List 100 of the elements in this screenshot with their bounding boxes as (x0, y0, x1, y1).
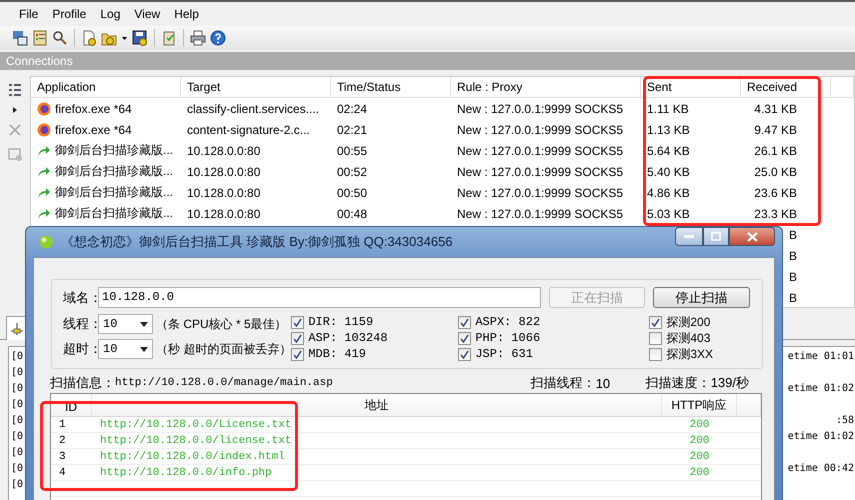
log-text: [0 (11, 431, 24, 444)
clipboard-icon[interactable] (161, 30, 177, 46)
log-text: [0 (11, 447, 24, 460)
log-text: etime 01:01 (788, 351, 854, 364)
column-header[interactable]: 地址 (92, 394, 662, 416)
close-button[interactable] (729, 227, 775, 246)
table-cell: B (788, 270, 797, 284)
checkbox[interactable] (291, 316, 304, 328)
app-icon (39, 235, 53, 249)
number-dropdown[interactable]: 10 (98, 339, 153, 359)
log-text: etime 01:02 (788, 383, 854, 396)
table-cell: 御剑后台扫描珍藏版... (55, 142, 174, 159)
magnifier-icon[interactable] (52, 30, 68, 46)
checkbox[interactable] (649, 316, 662, 328)
table-cell: 23.6 KB (754, 186, 797, 200)
help-icon[interactable] (210, 30, 226, 46)
table-cell: New : 127.0.0.1:9999 SOCKS5 (457, 164, 624, 178)
firefox-icon (37, 102, 51, 116)
number-dropdown[interactable]: 10 (98, 314, 153, 334)
log-text: etime 01:02 (788, 431, 854, 444)
column-header[interactable]: Sent (641, 77, 741, 98)
table-cell: 御剑后台扫描珍藏版... (55, 184, 174, 201)
log-text: [0 (11, 367, 24, 380)
table-cell: firefox.exe *64 (55, 102, 132, 116)
table-cell-text: 1 (58, 418, 67, 430)
checkbox-label: MDB: 419 (308, 347, 366, 361)
table-cell: 02:21 (337, 122, 368, 136)
table-cell: 02:24 (337, 102, 368, 116)
checkbox[interactable] (649, 348, 662, 360)
hint-text: （条 CPU核心 * 5最佳） (156, 316, 287, 332)
log-text: [0 (11, 463, 24, 476)
caret-icon (140, 322, 148, 326)
info-label: 扫描信息： (50, 374, 115, 392)
field-label: 超时： (63, 340, 98, 358)
maximize-button[interactable] (703, 227, 729, 246)
arrow-icon (37, 186, 51, 200)
list-icon[interactable] (7, 82, 23, 98)
table-cell: New : 127.0.0.1:9999 SOCKS5 (457, 102, 624, 116)
log-text: etime 00:42 (788, 463, 854, 476)
menu-item[interactable]: Log (93, 7, 128, 21)
table-cell: firefox.exe *64 (55, 122, 132, 136)
checkbox-label: ASPX: 822 (475, 315, 540, 329)
save-gear-icon[interactable] (132, 30, 148, 46)
column-header[interactable]: Application (31, 77, 181, 98)
table-cell: New : 127.0.0.1:9999 SOCKS5 (457, 186, 624, 200)
menu-item[interactable]: File (12, 7, 46, 21)
table-cell: New : 127.0.0.1:9999 SOCKS5 (457, 206, 624, 220)
checkbox[interactable] (649, 332, 662, 344)
caret-icon (140, 346, 148, 352)
table-cell: 5.40 KB (647, 164, 690, 178)
checkbox[interactable] (458, 316, 472, 328)
log-text: [0 (11, 383, 24, 396)
table-cell: 4.31 KB (754, 102, 797, 116)
menu-item[interactable]: View (127, 7, 168, 21)
checkbox[interactable] (291, 348, 304, 360)
computer-icon[interactable] (12, 30, 28, 46)
log-text: [0 (11, 399, 24, 412)
table-cell: B (788, 290, 797, 304)
table-cell: 00:52 (337, 164, 368, 178)
scan-speed: 139/秒 (710, 374, 749, 392)
table-cell: B (788, 248, 797, 262)
hint-text: （秒 超时的页面被丢弃） (156, 340, 292, 358)
arrow-icon (37, 206, 51, 220)
table-cell: 25.0 KB (754, 164, 797, 178)
checkbox-label: 探测3XX (666, 346, 714, 362)
column-header[interactable]: Rule : Proxy (451, 77, 641, 98)
minimize-button[interactable] (675, 227, 703, 246)
table-cell: 5.64 KB (647, 144, 690, 158)
checkbox-label: PHP: 1066 (475, 331, 540, 345)
log-text: :58 (836, 415, 854, 428)
table-cell: B (788, 228, 797, 242)
stop-button[interactable]: 停止扫描 (653, 287, 750, 308)
pane-title: Connections (0, 52, 855, 70)
document-gear-icon[interactable] (81, 30, 97, 46)
table-cell-text: 200 (688, 450, 710, 462)
table-cell: New : 127.0.0.1:9999 SOCKS5 (457, 144, 624, 158)
minimize-icon (684, 234, 694, 238)
scroll-icon[interactable] (32, 30, 48, 46)
menu-item[interactable]: Help (167, 7, 206, 21)
column-header[interactable]: Target (181, 77, 331, 98)
menu-item[interactable]: Profile (45, 7, 94, 21)
checkbox[interactable] (291, 332, 304, 344)
maximize-icon (711, 232, 721, 241)
column-header[interactable]: Received (741, 77, 831, 98)
table-cell: 1.13 KB (647, 122, 690, 136)
log-text: [0 (11, 415, 24, 428)
table-cell: content-signature-2.c... (187, 122, 310, 136)
domain-field[interactable]: 10.128.0.0 (98, 287, 541, 308)
caret-icon[interactable] (12, 106, 18, 114)
checkbox-label: DIR: 1159 (308, 315, 374, 329)
table-cell-text: 3 (58, 450, 67, 462)
table-cell: 4.86 KB (647, 186, 690, 200)
printer-icon[interactable] (190, 30, 206, 46)
table-cell-text: 4 (58, 466, 67, 478)
column-header[interactable]: Time/Status (331, 77, 451, 98)
field-label: 线程： (63, 315, 98, 333)
table-cell: 10.128.0.0:80 (187, 186, 260, 200)
column-header[interactable]: HTTP响应 (662, 394, 737, 416)
checkbox[interactable] (458, 332, 472, 344)
checkbox[interactable] (458, 348, 472, 360)
